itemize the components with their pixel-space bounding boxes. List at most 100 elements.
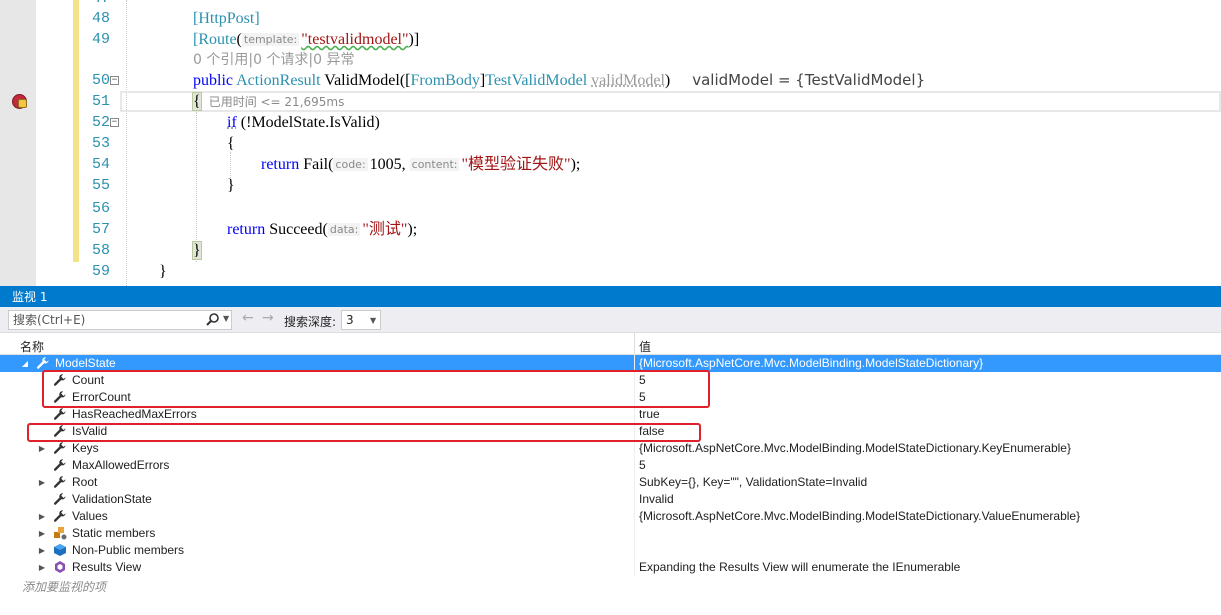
line-number: 50: [91, 72, 110, 89]
watch-item-name[interactable]: Keys: [72, 441, 99, 455]
watch-item-name[interactable]: Values: [72, 509, 108, 523]
pinned-datatip[interactable]: validModel = {TestValidModel}: [692, 71, 925, 89]
results-view-icon: [53, 560, 67, 574]
watch-title-bar[interactable]: 监视 1: [0, 286, 1221, 307]
watch-row[interactable]: ▶ Static members: [0, 525, 1221, 542]
watch-item-name[interactable]: ValidationState: [72, 492, 152, 506]
search-depth-label: 搜索深度:: [284, 315, 337, 329]
column-splitter: [634, 440, 635, 457]
watch-item-value[interactable]: {Microsoft.AspNetCore.Mvc.ModelBinding.M…: [639, 356, 983, 370]
code-text: }: [227, 177, 235, 194]
collapse-toggle[interactable]: −: [110, 76, 119, 85]
watch-item-name[interactable]: ModelState: [55, 356, 116, 370]
line-number: 56: [91, 200, 110, 217]
watch-item-value[interactable]: Expanding the Results View will enumerat…: [639, 560, 960, 574]
search-options-dropdown[interactable]: ▼: [223, 314, 229, 323]
search-box[interactable]: ▼: [8, 310, 232, 330]
code-text: return Succeed(data: "测试");: [227, 221, 418, 238]
codelens-line[interactable]: 0 个引用|0 个请求|0 异常: [0, 50, 1221, 71]
watch-item-value[interactable]: {Microsoft.AspNetCore.Mvc.ModelBinding.M…: [639, 509, 1080, 523]
code-editor[interactable]: 47 48 [HttpPost] 49 [Route(template:"tes…: [0, 0, 1221, 286]
watch-row[interactable]: ▶ Root SubKey={}, Key="", ValidationState=…: [0, 474, 1221, 491]
column-splitter[interactable]: [634, 333, 635, 355]
watch-item-name[interactable]: HasReachedMaxErrors: [72, 407, 197, 421]
code-line[interactable]: 54 return Fail(code: 1005, content: "模型验证失…: [0, 154, 1221, 175]
column-splitter: [634, 474, 635, 491]
expander-placeholder: [37, 406, 47, 423]
watch-item-name[interactable]: Non-Public members: [72, 543, 184, 557]
static-members-icon: [53, 526, 67, 540]
watch-row[interactable]: ▶ Values {Microsoft.AspNetCore.Mvc.ModelBi…: [0, 508, 1221, 525]
watch-row[interactable]: HasReachedMaxErrors true: [0, 406, 1221, 423]
expand-arrow-icon[interactable]: ▶: [37, 508, 47, 525]
search-forward-arrow-icon[interactable]: →: [262, 310, 274, 326]
code-line[interactable]: 55 }: [0, 175, 1221, 196]
search-depth-value: 3: [346, 313, 354, 327]
code-text: return Fail(code: 1005, content: "模型验证失败")…: [261, 156, 581, 173]
line-number: 49: [91, 31, 110, 48]
expanded-arrow-icon[interactable]: ◢: [20, 355, 30, 372]
expand-arrow-icon[interactable]: ▶: [37, 542, 47, 559]
column-splitter: [634, 491, 635, 508]
code-text: [HttpPost]: [193, 10, 260, 27]
non-public-members-icon: [53, 543, 67, 557]
code-text: {已用时间 <= 21,695ms: [192, 92, 345, 111]
expand-arrow-icon[interactable]: ▶: [37, 474, 47, 491]
wrench-icon: [36, 356, 50, 370]
perf-tip[interactable]: 已用时间 <= 21,695ms: [209, 95, 345, 109]
wrench-icon: [53, 458, 67, 472]
column-header-name[interactable]: 名称: [20, 338, 44, 355]
code-line[interactable]: 49 [Route(template: "testvalidmodel")]: [0, 29, 1221, 50]
line-number: 52: [91, 114, 110, 131]
watch-item-name[interactable]: MaxAllowedErrors: [72, 458, 169, 472]
line-number: 53: [91, 135, 110, 152]
code-line[interactable]: 56: [0, 198, 1221, 219]
watch-item-value[interactable]: 5: [639, 458, 646, 472]
watch-row[interactable]: ▶ Keys {Microsoft.AspNetCore.Mvc.ModelBind…: [0, 440, 1221, 457]
code-line[interactable]: 52 − if (!ModelState.IsValid): [0, 112, 1221, 133]
code-line[interactable]: 59 }: [0, 261, 1221, 282]
code-line[interactable]: 50 − public ActionResult ValidModel([Fro…: [0, 70, 1221, 91]
expand-arrow-icon[interactable]: ▶: [37, 440, 47, 457]
line-number: 59: [91, 263, 110, 280]
code-line[interactable]: 58 }: [0, 240, 1221, 261]
expand-arrow-icon[interactable]: ▶: [37, 559, 47, 576]
search-icon[interactable]: [205, 313, 221, 327]
watch-row[interactable]: ▶ Non-Public members: [0, 542, 1221, 559]
watch-item-value[interactable]: {Microsoft.AspNetCore.Mvc.ModelBinding.M…: [639, 441, 1071, 455]
expand-arrow-icon[interactable]: ▶: [37, 525, 47, 542]
code-line[interactable]: 57 return Succeed(data: "测试");: [0, 219, 1221, 240]
search-back-arrow-icon[interactable]: ←: [242, 310, 254, 326]
column-splitter: [634, 542, 635, 559]
watch-item-name[interactable]: Static members: [72, 526, 155, 540]
column-splitter: [634, 406, 635, 423]
search-input[interactable]: [9, 311, 199, 329]
watch-item-name[interactable]: Results View: [72, 560, 141, 574]
column-splitter: [634, 525, 635, 542]
watch-item-value[interactable]: SubKey={}, Key="", ValidationState=Inval…: [639, 475, 867, 489]
code-text: [Route(template: "testvalidmodel")]: [193, 31, 420, 48]
line-number: 55: [91, 177, 110, 194]
collapse-toggle[interactable]: −: [110, 118, 119, 127]
chevron-down-icon: ▼: [370, 316, 377, 325]
codelens[interactable]: 0 个引用|0 个请求|0 异常: [193, 50, 355, 71]
watch-row[interactable]: MaxAllowedErrors 5: [0, 457, 1221, 474]
watch-row[interactable]: ▶ Results View Expanding the Results View …: [0, 559, 1221, 576]
watch-item-value[interactable]: Invalid: [639, 492, 674, 506]
line-number: 54: [91, 156, 110, 173]
line-number: 57: [91, 221, 110, 238]
code-line[interactable]: 48 [HttpPost]: [0, 8, 1221, 29]
column-header-value[interactable]: 值: [639, 338, 651, 355]
line-number: 48: [91, 10, 110, 27]
watch-row[interactable]: ValidationState Invalid: [0, 491, 1221, 508]
code-text: {: [227, 135, 235, 152]
wrench-icon: [53, 492, 67, 506]
add-watch-item[interactable]: 添加要监视的项: [22, 578, 106, 595]
watch-item-value[interactable]: true: [639, 407, 660, 421]
expander-placeholder: [37, 491, 47, 508]
code-line[interactable]: 53 {: [0, 133, 1221, 154]
search-depth-select[interactable]: 3 ▼: [341, 310, 381, 330]
wrench-icon: [53, 407, 67, 421]
code-line[interactable]: 51 {已用时间 <= 21,695ms: [0, 91, 1221, 112]
watch-item-name[interactable]: Root: [72, 475, 97, 489]
